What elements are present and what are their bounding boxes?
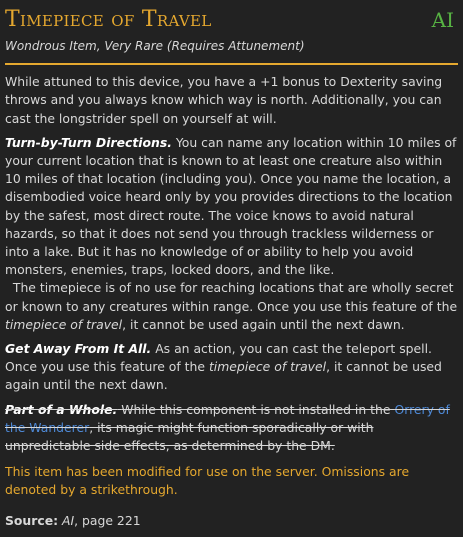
source-book[interactable]: AI [62, 513, 74, 528]
entry-heading: Get Away From It All. [5, 341, 152, 357]
entry-continuation-em: timepiece of travel [5, 316, 123, 332]
source-line: Source: AI, page 221 [5, 512, 458, 530]
modification-notice: This item has been modified for use on t… [5, 464, 410, 498]
source-tag[interactable]: AI [432, 7, 454, 33]
item-title: Timepiece of Travel [5, 7, 212, 32]
item-header: Timepiece of Travel AI [5, 4, 458, 34]
entry-continuation-post: , it cannot be used again until the next… [122, 316, 405, 332]
entry-text-em: timepiece of travel [208, 359, 327, 375]
item-card: Timepiece of Travel AI Wondrous Item, Ve… [0, 0, 463, 537]
entry-text: You can name any location within 10 mile… [5, 134, 457, 278]
entry-get-away: Get Away From It All. As an action, you … [5, 340, 458, 395]
entry-turn-by-turn: Turn-by-Turn Directions. You can name an… [5, 134, 458, 334]
item-subtitle: Wondrous Item, Very Rare (Requires Attun… [5, 39, 305, 53]
title-divider [5, 63, 458, 66]
source-page: , page 221 [74, 512, 141, 528]
entry-heading: Turn-by-Turn Directions. [5, 134, 172, 150]
source-label: Source: [5, 512, 59, 528]
entry-part-of-whole: Part of a Whole. While this component is… [5, 401, 458, 456]
item-intro: While attuned to this device, you have a… [5, 74, 443, 126]
entry-continuation-pre: The timepiece is of no use for reaching … [5, 280, 458, 314]
entry-heading: Part of a Whole. [5, 401, 118, 417]
entry-text-pre: While this component is not installed in… [121, 401, 395, 417]
